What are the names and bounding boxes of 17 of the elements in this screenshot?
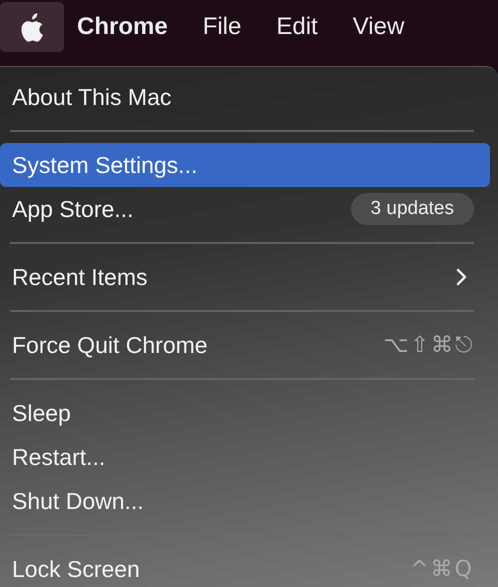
menu-item[interactable]: Restart...: [0, 435, 490, 479]
menu-item[interactable]: Sleep: [0, 391, 490, 435]
menu-item[interactable]: Lock Screen ^⌘Q: [0, 547, 490, 587]
menu-item[interactable]: Shut Down...: [0, 479, 490, 523]
update-count-badge: 3 updates: [350, 193, 474, 225]
menu-bar-item[interactable]: Chrome: [77, 13, 168, 41]
menu-item[interactable]: Force Quit Chrome ⌥⇧⌘⎋: [0, 323, 490, 367]
menu-bar-item[interactable]: Edit: [276, 13, 318, 41]
menu-item[interactable]: App Store... 3 updates: [0, 187, 490, 231]
menu-item[interactable]: System Settings...: [0, 143, 490, 187]
menu-bar-item[interactable]: File: [202, 13, 242, 41]
apple-menu-icon[interactable]: [0, 2, 64, 52]
menu-item[interactable]: About This Mac: [0, 75, 490, 119]
keyboard-shortcut: ⌥⇧⌘⎋: [383, 332, 474, 358]
keyboard-shortcut: ^⌘Q: [410, 556, 474, 582]
menu-item[interactable]: Recent Items: [0, 255, 490, 299]
menu-bar-item[interactable]: View: [352, 13, 404, 41]
